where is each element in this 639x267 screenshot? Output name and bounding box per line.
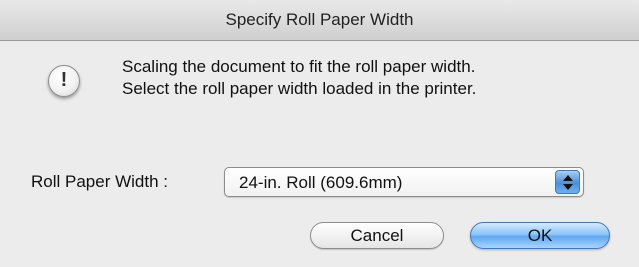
roll-paper-width-value: 24-in. Roll (609.6mm) (239, 173, 403, 192)
message-line-1: Scaling the document to fit the roll pap… (122, 57, 476, 76)
ok-button[interactable]: OK (470, 222, 610, 249)
message-line-2: Select the roll paper width loaded in th… (122, 79, 477, 98)
roll-paper-width-select[interactable]: 24-in. Roll (609.6mm) (224, 167, 584, 197)
alert-message: Scaling the document to fit the roll pap… (122, 56, 476, 100)
roll-paper-width-label: Roll Paper Width : (31, 172, 168, 191)
dialog-window: Specify Roll Paper Width ! Scaling the d… (0, 0, 639, 267)
title-bar: Specify Roll Paper Width (0, 0, 639, 41)
chevron-up-down-icon[interactable] (555, 170, 580, 194)
exclamation-icon: ! (48, 65, 80, 97)
dialog-title: Specify Roll Paper Width (225, 10, 414, 29)
cancel-button[interactable]: Cancel (310, 222, 444, 249)
